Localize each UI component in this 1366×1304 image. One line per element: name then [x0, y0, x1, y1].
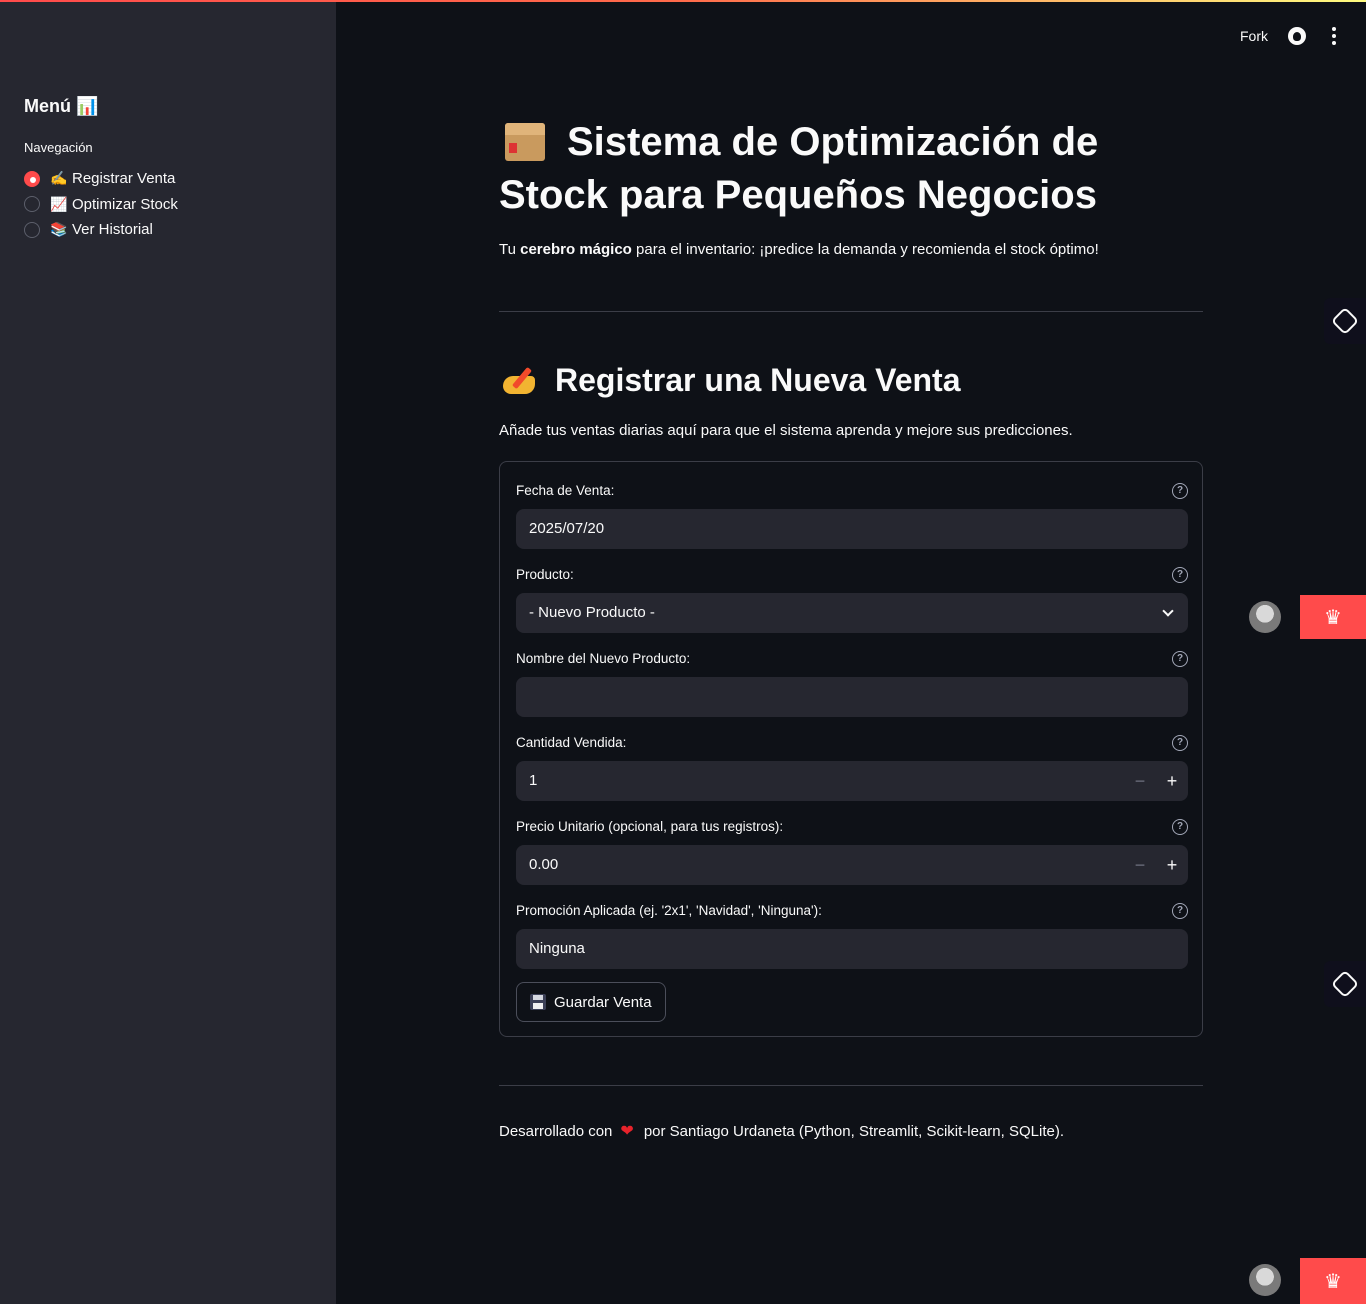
widget-logo-icon: [1330, 969, 1360, 999]
divider: [499, 311, 1203, 312]
top-toolbar: Fork: [1240, 24, 1342, 48]
divider: [499, 1085, 1203, 1086]
date-label: Fecha de Venta:?: [516, 481, 1188, 501]
section-title-text: Registrar una Nueva Venta: [555, 362, 961, 398]
help-icon[interactable]: ?: [1172, 903, 1188, 919]
product-label-text: Producto:: [516, 567, 574, 582]
section-title: Registrar una Nueva Venta: [499, 362, 960, 399]
price-label: Precio Unitario (opcional, para tus regi…: [516, 817, 1188, 837]
radio-unselected-icon[interactable]: [24, 221, 40, 238]
radio-selected-icon[interactable]: [24, 170, 40, 187]
nav-item-label: Registrar Venta: [72, 170, 176, 188]
stepper-controls: − +: [1124, 761, 1188, 801]
page-subtitle: Tu cerebro mágico para el inventario: ¡p…: [499, 241, 1099, 258]
sidebar-title: Menú 📊: [24, 96, 99, 116]
help-icon[interactable]: ?: [1172, 567, 1188, 583]
subtitle-bold: cerebro mágico: [520, 241, 632, 258]
crown-icon: ♛: [1324, 1270, 1342, 1293]
footer-credit: Desarrollado con ❤ por Santiago Urdaneta…: [499, 1121, 1064, 1141]
books-icon: 📚: [50, 221, 68, 238]
date-label-text: Fecha de Venta:: [516, 483, 615, 498]
chevron-down-icon[interactable]: [1162, 605, 1174, 617]
navigation-radio-group: ✍️ Registrar Venta 📈 Optimizar Stock 📚 V…: [24, 166, 178, 243]
new-product-label: Nombre del Nuevo Producto:?: [516, 649, 1188, 669]
navigation-label: Navegación: [24, 140, 93, 155]
quantity-stepper[interactable]: 1 − +: [516, 761, 1188, 801]
help-icon[interactable]: ?: [1172, 483, 1188, 499]
plus-icon[interactable]: +: [1156, 845, 1188, 885]
minus-icon[interactable]: −: [1124, 761, 1156, 801]
price-field: Precio Unitario (opcional, para tus regi…: [516, 817, 1188, 885]
quantity-label: Cantidad Vendida:?: [516, 733, 1188, 753]
fork-button[interactable]: Fork: [1240, 28, 1268, 44]
crown-badge-button[interactable]: ♛: [1300, 595, 1366, 639]
new-product-field: Nombre del Nuevo Producto:?: [516, 649, 1188, 717]
product-label: Producto:?: [516, 565, 1188, 585]
crown-icon: ♛: [1324, 606, 1342, 629]
new-product-input[interactable]: [516, 677, 1188, 717]
help-icon[interactable]: ?: [1172, 651, 1188, 667]
widget-logo-icon: [1330, 306, 1360, 336]
footer-text: Desarrollado con: [499, 1122, 613, 1140]
avatar[interactable]: [1249, 1264, 1281, 1296]
top-accent-line: [0, 0, 1366, 2]
product-field: Producto:? - Nuevo Producto -: [516, 565, 1188, 633]
subtitle-text: para el inventario: ¡predice la demanda …: [631, 241, 1099, 258]
save-sale-button[interactable]: Guardar Venta: [516, 982, 666, 1022]
nav-item-optimizar-stock[interactable]: 📈 Optimizar Stock: [24, 192, 178, 218]
help-icon[interactable]: ?: [1172, 735, 1188, 751]
quantity-value: 1: [529, 772, 538, 789]
page-title-text: Sistema de Optimización de Stock para Pe…: [499, 120, 1099, 217]
avatar[interactable]: [1249, 601, 1281, 633]
date-field: Fecha de Venta:? 2025/07/20: [516, 481, 1188, 549]
subtitle-text: Tu: [499, 241, 521, 258]
nav-item-label: Ver Historial: [72, 221, 153, 239]
price-stepper[interactable]: 0.00 − +: [516, 845, 1188, 885]
promotion-label: Promoción Aplicada (ej. '2x1', 'Navidad'…: [516, 901, 1188, 921]
heart-icon: ❤: [620, 1123, 634, 1140]
radio-unselected-icon[interactable]: [24, 196, 40, 213]
kebab-menu-icon[interactable]: [1326, 27, 1342, 45]
writing-hand-icon: [499, 364, 539, 398]
sidebar: Menú 📊 Navegación ✍️ Registrar Venta 📈 O…: [0, 0, 336, 1304]
promotion-field: Promoción Aplicada (ej. '2x1', 'Navidad'…: [516, 901, 1188, 969]
chart-increasing-icon: 📈: [50, 195, 68, 212]
footer-text: por Santiago Urdaneta (Python, Streamlit…: [643, 1122, 1065, 1140]
price-label-text: Precio Unitario (opcional, para tus regi…: [516, 819, 784, 834]
package-icon: [499, 117, 547, 161]
floppy-disk-icon: [530, 994, 546, 1010]
section-description: Añade tus ventas diarias aquí para que e…: [499, 422, 1073, 439]
stepper-controls: − +: [1124, 845, 1188, 885]
promotion-input[interactable]: Ninguna: [516, 929, 1188, 969]
date-input[interactable]: 2025/07/20: [516, 509, 1188, 549]
github-icon[interactable]: [1288, 27, 1306, 45]
page-title: Sistema de Optimización de Stock para Pe…: [499, 116, 1203, 222]
nav-item-ver-historial[interactable]: 📚 Ver Historial: [24, 217, 178, 243]
minus-icon[interactable]: −: [1124, 845, 1156, 885]
help-icon[interactable]: ?: [1172, 819, 1188, 835]
save-sale-label: Guardar Venta: [554, 993, 652, 1011]
product-select[interactable]: - Nuevo Producto -: [516, 593, 1188, 633]
floating-widget-tab[interactable]: [1324, 298, 1366, 344]
quantity-label-text: Cantidad Vendida:: [516, 735, 627, 750]
product-select-value: - Nuevo Producto -: [529, 604, 655, 621]
nav-item-label: Optimizar Stock: [72, 195, 178, 213]
new-product-label-text: Nombre del Nuevo Producto:: [516, 651, 691, 666]
sale-form: Fecha de Venta:? 2025/07/20 Producto:? -…: [499, 461, 1203, 1037]
price-value: 0.00: [529, 856, 559, 873]
nav-item-registrar-venta[interactable]: ✍️ Registrar Venta: [24, 166, 178, 192]
crown-badge-button[interactable]: ♛: [1300, 1258, 1366, 1304]
floating-widget-tab[interactable]: [1324, 961, 1366, 1007]
quantity-field: Cantidad Vendida:? 1 − +: [516, 733, 1188, 801]
writing-hand-icon: ✍️: [50, 170, 68, 187]
plus-icon[interactable]: +: [1156, 761, 1188, 801]
promotion-label-text: Promoción Aplicada (ej. '2x1', 'Navidad'…: [516, 903, 822, 918]
